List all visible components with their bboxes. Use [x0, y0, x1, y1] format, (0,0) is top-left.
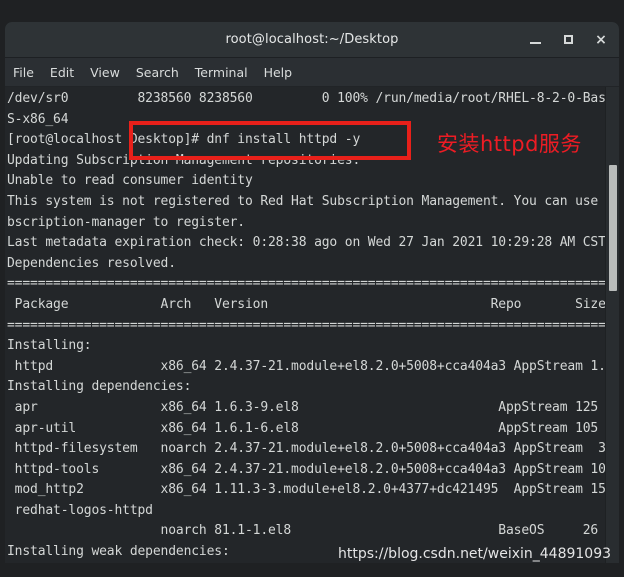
terminal-line: Installing dependencies: [7, 379, 192, 395]
menu-item-view[interactable]: View [90, 65, 120, 80]
menu-item-edit[interactable]: Edit [50, 65, 74, 80]
window-controls: × [527, 22, 609, 57]
terminal-window: root@localhost:~/Desktop × File Edit Vie… [5, 22, 619, 563]
terminal-line: /dev/sr0 8238560 8238560 0 100% /run/med… [7, 91, 619, 106]
menubar: File Edit View Search Terminal Help [5, 58, 619, 87]
terminal-line: httpd x86_64 2.4.37-21.module+el8.2.0+50… [7, 358, 619, 374]
terminal-line: ========================================… [7, 317, 619, 333]
terminal-line: Dependencies resolved. [7, 255, 176, 271]
annotation-label: 安装httpd服务 [437, 132, 582, 156]
close-icon: × [595, 31, 607, 48]
terminal-line: httpd-filesystem noarch 2.4.37-21.module… [7, 441, 619, 457]
terminal-line: Package Arch Version Repo Size [7, 296, 606, 312]
terminal-line: Installing: [7, 338, 92, 354]
window-titlebar: root@localhost:~/Desktop × [5, 22, 619, 58]
terminal-line: Unable to read consumer identity [7, 173, 253, 189]
terminal-line: noarch 81.1-1.el8 BaseOS 26 k [7, 523, 614, 539]
terminal-line: apr-util x86_64 1.6.1-6.el8 AppStream 10… [7, 420, 614, 436]
terminal-line: redhat-logos-httpd [7, 502, 153, 518]
window-title: root@localhost:~/Desktop [225, 32, 399, 47]
terminal-line: apr x86_64 1.6.3-9.el8 AppStream 125 k [7, 399, 614, 415]
maximize-icon [563, 35, 573, 44]
minimize-button[interactable] [527, 32, 543, 48]
terminal-line: httpd-tools x86_64 2.4.37-21.module+el8.… [7, 461, 619, 477]
close-button[interactable]: × [593, 32, 609, 48]
terminal-line: This system is not registered to Red Hat… [7, 193, 619, 209]
terminal-line: ========================================… [7, 276, 619, 292]
menu-item-terminal[interactable]: Terminal [195, 65, 248, 80]
menu-item-search[interactable]: Search [136, 65, 179, 80]
terminal-scrollbar[interactable] [605, 87, 619, 563]
menu-item-help[interactable]: Help [264, 65, 293, 80]
terminal-output-area[interactable]: /dev/sr0 8238560 8238560 0 100% /run/med… [5, 87, 619, 563]
screenshot-root: root@localhost:~/Desktop × File Edit Vie… [0, 0, 624, 577]
scrollbar-thumb[interactable] [609, 165, 617, 291]
watermark-text: https://blog.csdn.net/weixin_44891093 [338, 546, 612, 562]
terminal-lines: /dev/sr0 8238560 8238560 0 100% /run/med… [7, 89, 619, 563]
minimize-icon [529, 42, 541, 44]
menu-item-file[interactable]: File [13, 65, 34, 80]
terminal-line: mod_http2 x86_64 1.11.3-3.module+el8.2.0… [7, 482, 619, 498]
maximize-button[interactable] [560, 32, 576, 48]
terminal-line: Last metadata expiration check: 0:28:38 … [7, 235, 614, 251]
terminal-line: bscription-manager to register. [7, 214, 245, 230]
